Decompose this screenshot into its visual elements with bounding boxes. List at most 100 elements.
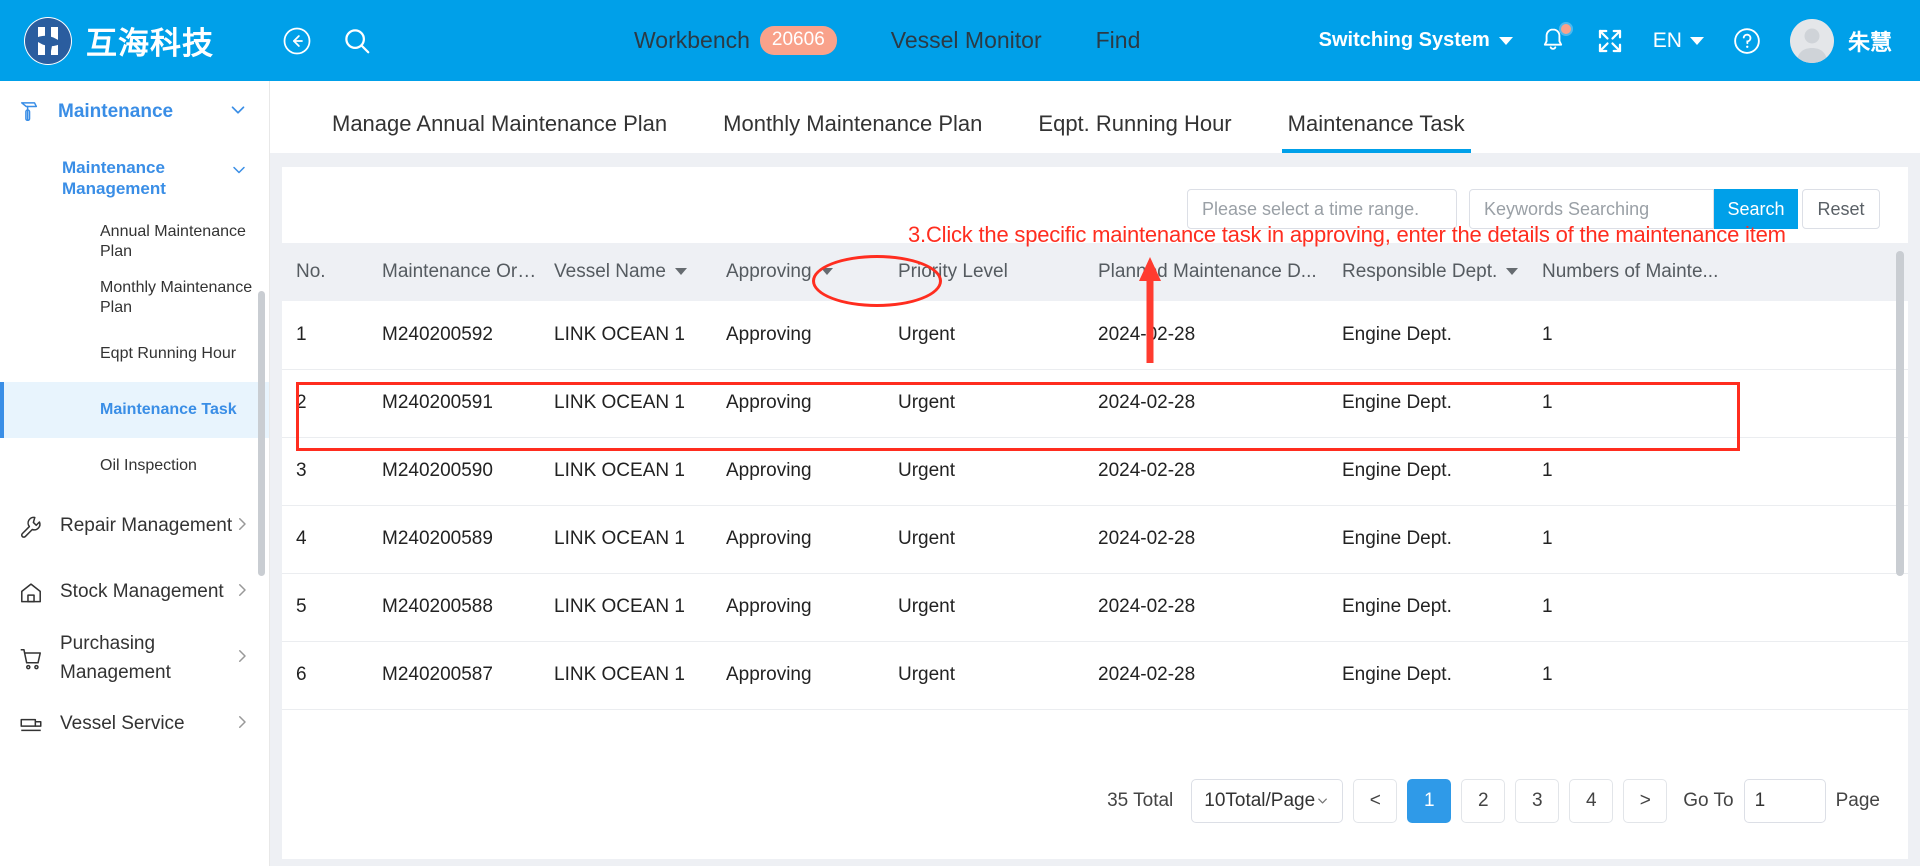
content-card: Please select a time range. Keywords Sea… [282, 167, 1908, 859]
sidebar-item-monthly-maintenance-plan[interactable]: Monthly Maintenance Plan [0, 270, 269, 326]
tab-eqpt-running-hour[interactable]: Eqpt. Running Hour [1010, 111, 1259, 153]
page-size-select[interactable]: 10Total/Page [1191, 779, 1344, 823]
cell-date: 2024-02-28 [1084, 505, 1328, 574]
brand[interactable]: 互海科技 [0, 16, 256, 65]
cell-priority: Urgent [884, 641, 1084, 710]
main-content: Manage Annual Maintenance Plan Monthly M… [270, 81, 1920, 866]
reset-button[interactable]: Reset [1802, 189, 1880, 229]
sidebar-item-label: Vessel Service [60, 713, 185, 735]
table-row[interactable]: 4 M240200589 LINK OCEAN 1 Approving Urge… [282, 505, 1908, 574]
cell-approving: Approving [712, 641, 884, 710]
sidebar-item-repair-management[interactable]: Repair Management [0, 494, 269, 560]
sidebar-item-oil-inspection[interactable]: Oil Inspection [0, 438, 269, 494]
page-word-label: Page [1835, 790, 1880, 811]
page-label: 3 [1531, 790, 1543, 811]
column-header-responsible-dept[interactable]: Responsible Dept. [1328, 243, 1528, 301]
search-icon[interactable] [340, 24, 374, 58]
tab-monthly-maintenance-plan[interactable]: Monthly Maintenance Plan [695, 111, 1010, 153]
sidebar-item-purchasing-management[interactable]: Purchasing Management [0, 626, 269, 692]
goto-page-input[interactable]: 1 [1743, 779, 1826, 823]
app-root: 互海科技 Workbench 20606 Vessel Monitor Find… [0, 0, 1920, 866]
prev-label: < [1369, 790, 1381, 811]
tab-maintenance-task[interactable]: Maintenance Task [1260, 111, 1493, 153]
maintenance-task-table-wrapper: No. Maintenance Order... Vessel Name App… [282, 243, 1908, 710]
cell-no: 4 [282, 505, 368, 574]
sidebar-sub-label: Oil Inspection [100, 456, 197, 474]
company-logo-icon [24, 16, 72, 65]
column-header-planned-maintenance-date[interactable]: Planned Maintenance D... [1084, 243, 1328, 301]
next-label: > [1639, 790, 1651, 811]
home-icon [16, 580, 46, 606]
user-avatar-icon[interactable] [1789, 18, 1834, 63]
page-size-label: 10Total/Page [1204, 790, 1316, 811]
table-scrollbar[interactable] [1896, 251, 1904, 576]
sidebar-item-stock-management[interactable]: Stock Management [0, 560, 269, 626]
sidebar-sub-label: Annual Maintenance Plan [100, 223, 246, 260]
cell-no: 1 [282, 301, 368, 370]
nav-item-workbench[interactable]: Workbench 20606 [634, 26, 837, 55]
sort-caret-icon[interactable] [674, 268, 687, 275]
cell-order: M240200587 [368, 641, 540, 710]
column-header-maintenance-order[interactable]: Maintenance Order... [368, 243, 540, 301]
sidebar-scrollbar[interactable] [258, 291, 265, 576]
column-header-vessel-name[interactable]: Vessel Name [540, 243, 712, 301]
sidebar-item-maintenance[interactable]: Maintenance [0, 81, 269, 143]
cell-vessel: LINK OCEAN 1 [540, 641, 712, 710]
chevron-down-icon [227, 99, 249, 126]
table-row[interactable]: 6 M240200587 LINK OCEAN 1 Approving Urge… [282, 641, 1908, 710]
nav-label-workbench: Workbench [634, 27, 750, 53]
page-button-3[interactable]: 3 [1515, 779, 1560, 823]
search-button-label: Search [1727, 198, 1785, 219]
sidebar-label-maintenance: Maintenance [58, 101, 174, 122]
sidebar-sub-label: Eqpt Running Hour [100, 344, 237, 362]
page-button-1[interactable]: 1 [1407, 779, 1452, 823]
next-page-button[interactable]: > [1623, 779, 1668, 823]
page-label: 4 [1585, 790, 1597, 811]
switching-system-dropdown[interactable]: Switching System [1319, 29, 1513, 52]
cell-date: 2024-02-28 [1084, 573, 1328, 642]
goto-value: 1 [1754, 790, 1766, 811]
sidebar-item-maintenance-task[interactable]: Maintenance Task [0, 381, 269, 438]
column-header-no[interactable]: No. [282, 243, 368, 301]
cell-dept: Engine Dept. [1328, 505, 1528, 574]
cell-vessel: LINK OCEAN 1 [540, 505, 712, 574]
table-row[interactable]: 5 M240200588 LINK OCEAN 1 Approving Urge… [282, 573, 1908, 642]
language-selector[interactable]: EN [1653, 29, 1704, 53]
column-header-numbers-of-maintenance[interactable]: Numbers of Mainte... [1528, 243, 1908, 301]
reset-button-label: Reset [1817, 198, 1865, 219]
tab-label: Maintenance Task [1287, 111, 1465, 136]
page-button-2[interactable]: 2 [1461, 779, 1506, 823]
prev-page-button[interactable]: < [1353, 779, 1398, 823]
sidebar-group-label: Maintenance Management [62, 158, 166, 199]
tab-manage-annual-maintenance-plan[interactable]: Manage Annual Maintenance Plan [304, 111, 695, 153]
keywords-placeholder: Keywords Searching [1484, 198, 1650, 219]
wrench-icon [16, 514, 46, 540]
notification-bell-icon[interactable] [1539, 21, 1573, 57]
table-row[interactable]: 1 M240200592 LINK OCEAN 1 Approving Urge… [282, 301, 1908, 370]
annotation-arrow-icon [1130, 255, 1170, 370]
table-header-row: No. Maintenance Order... Vessel Name App… [282, 243, 1908, 301]
cell-approving: Approving [712, 573, 884, 642]
help-circle-icon[interactable] [1730, 24, 1764, 58]
sidebar-item-vessel-service[interactable]: Vessel Service [0, 692, 269, 758]
chevron-right-icon [233, 515, 251, 539]
sidebar-item-eqpt-running-hour[interactable]: Eqpt Running Hour [0, 326, 269, 382]
nav-item-find[interactable]: Find [1096, 27, 1141, 54]
nav-item-vessel-monitor[interactable]: Vessel Monitor [891, 27, 1042, 54]
sort-caret-icon[interactable] [1506, 268, 1519, 275]
fullscreen-icon[interactable] [1593, 24, 1627, 58]
cell-numbers: 1 [1528, 301, 1908, 370]
switching-system-label: Switching System [1318, 29, 1490, 51]
cell-order: M240200588 [368, 573, 540, 642]
sidebar-group-maintenance-management[interactable]: Maintenance Management [0, 143, 269, 214]
cell-date: 2024-02-28 [1084, 641, 1328, 710]
page-button-4[interactable]: 4 [1569, 779, 1614, 823]
cell-order: M240200592 [368, 301, 540, 370]
cell-vessel: LINK OCEAN 1 [540, 573, 712, 642]
column-label: Maintenance Order... [382, 261, 540, 282]
sidebar-item-annual-maintenance-plan[interactable]: Annual Maintenance Plan [0, 214, 269, 270]
user-name: 朱慧 [1847, 29, 1892, 55]
back-arrow-icon[interactable] [280, 24, 314, 58]
maintenance-task-table: No. Maintenance Order... Vessel Name App… [282, 243, 1908, 710]
cell-priority: Urgent [884, 573, 1084, 642]
